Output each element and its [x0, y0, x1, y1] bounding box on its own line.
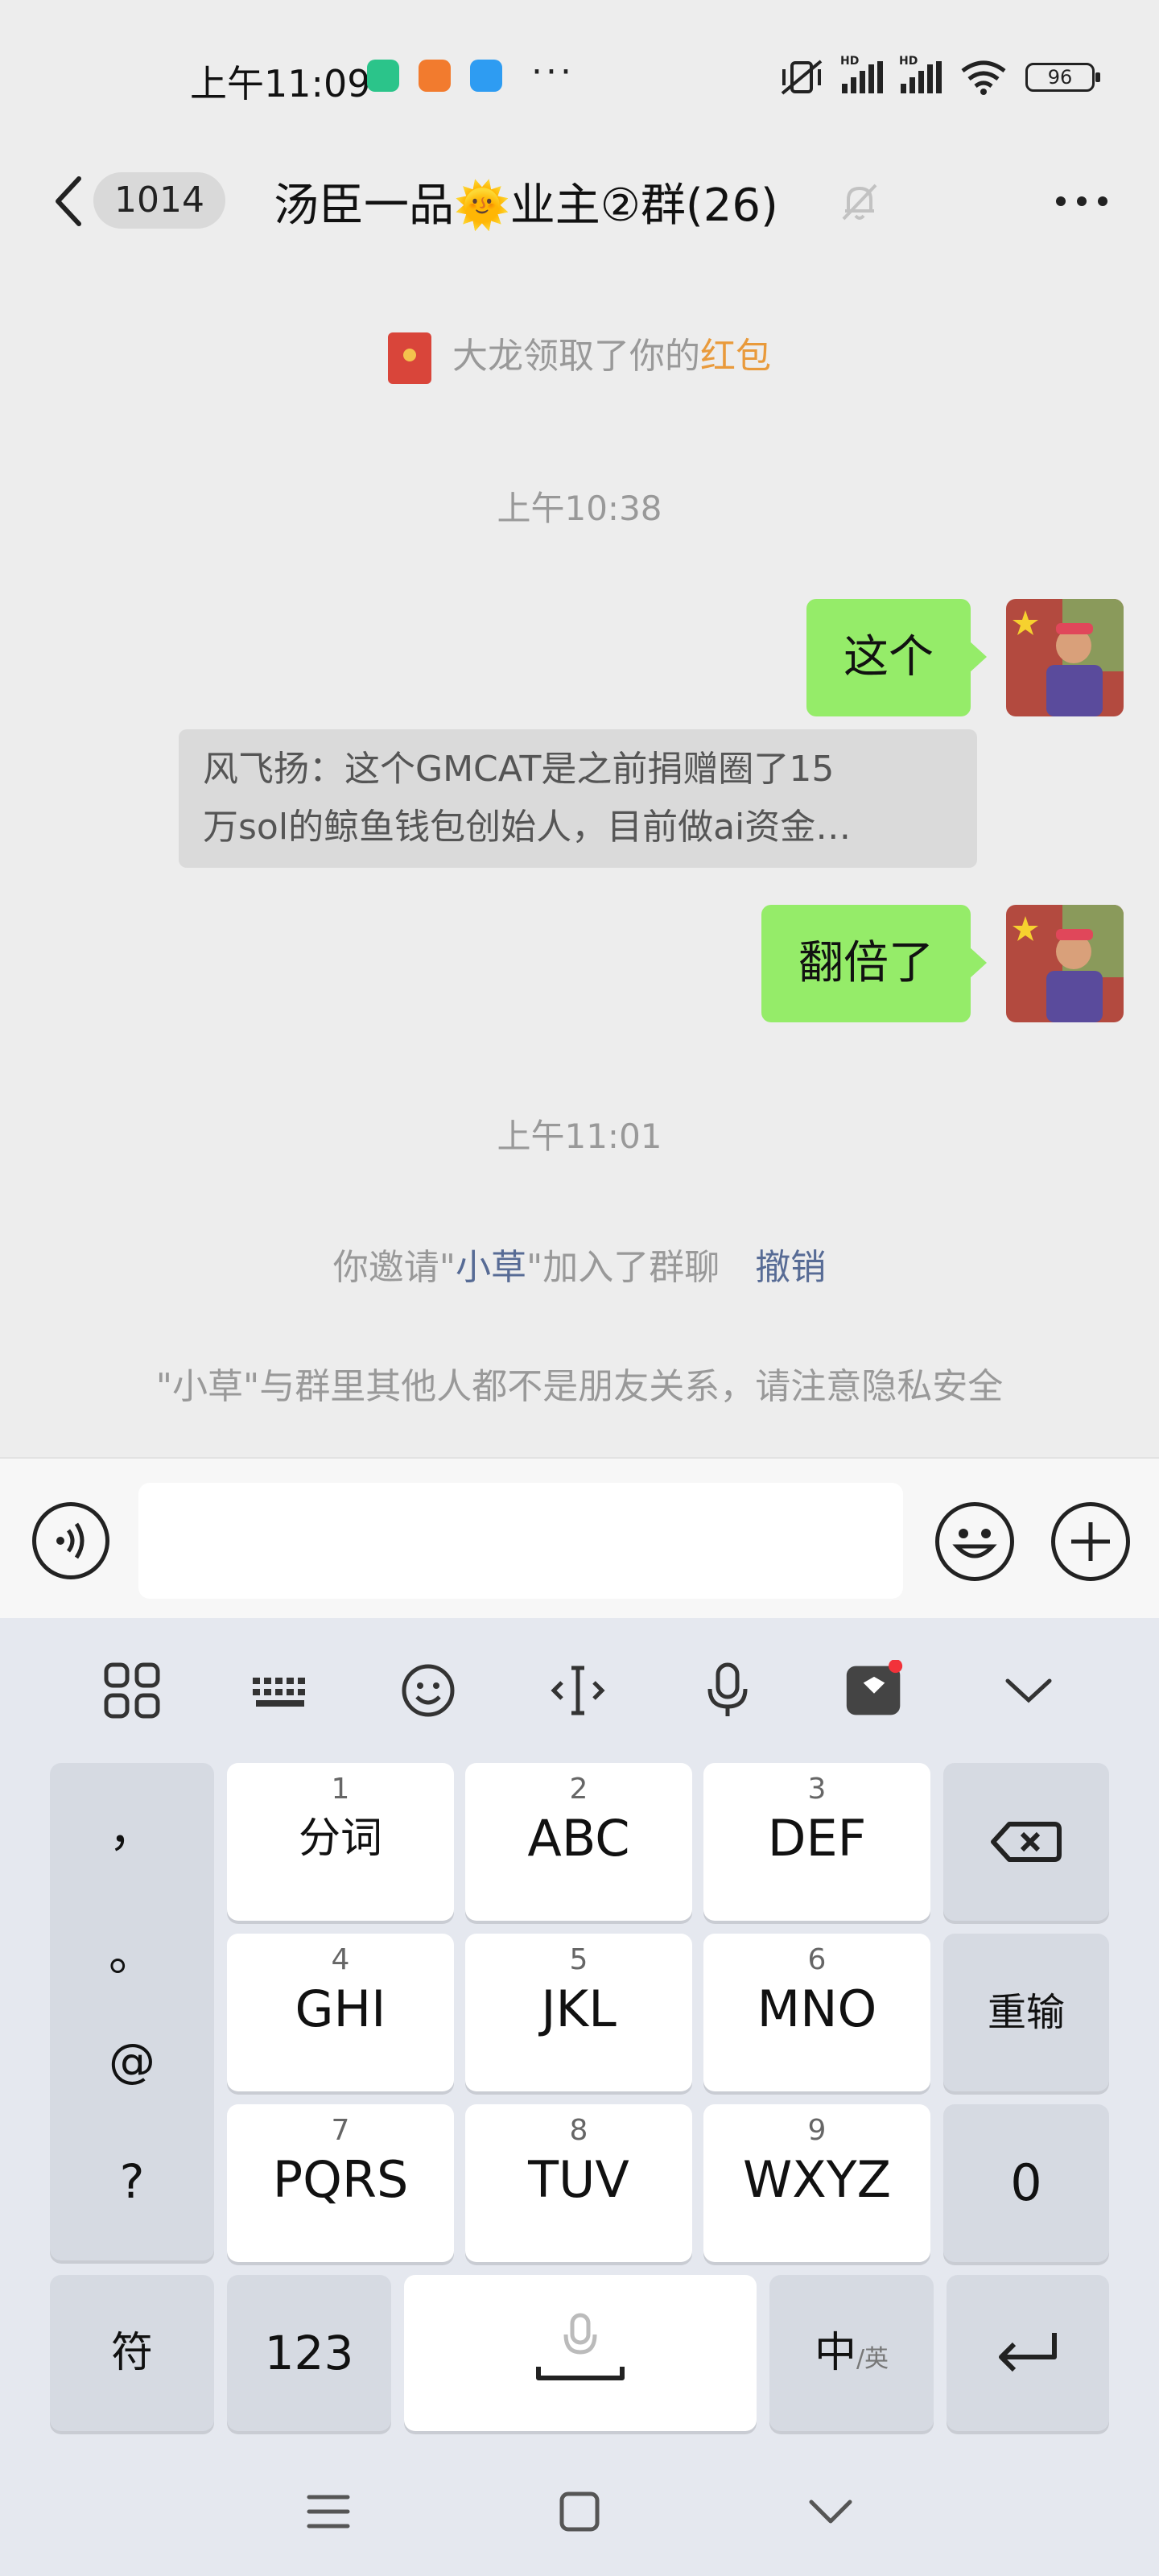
more-notifications-icon: ··· — [531, 52, 575, 93]
outgoing-message[interactable]: 这个 — [806, 599, 987, 716]
system-navigation-bar — [0, 2447, 1159, 2576]
chat-header: 1014 汤臣一品🌞业主②群(26) — [0, 145, 1159, 250]
numbers-key[interactable]: 123 — [227, 2275, 391, 2431]
invite-notice: 你邀请"小草"加入了群聊 撤销 — [332, 1247, 827, 1288]
cursor-move-icon[interactable] — [547, 1660, 608, 1721]
avatar[interactable] — [1006, 905, 1124, 1022]
voice-icon — [56, 1522, 85, 1559]
message-input[interactable] — [138, 1483, 903, 1599]
punct-period[interactable]: 。 — [50, 1916, 214, 1984]
key-1-fenci[interactable]: 1 分词 — [227, 1763, 454, 1921]
mute-bell-icon — [842, 184, 877, 221]
quoted-message[interactable]: 风飞扬：这个GMCAT是之前捐赠圈了15 万sol的鲸鱼钱包创始人，目前做ai资… — [179, 729, 977, 868]
voice-input-button[interactable] — [32, 1502, 109, 1579]
symbols-key[interactable]: 符 — [50, 2275, 214, 2431]
enter-key[interactable] — [947, 2275, 1109, 2431]
key-9-wxyz[interactable]: 9 WXYZ — [703, 2104, 930, 2262]
punct-at[interactable]: @ — [50, 2033, 214, 2088]
redpacket-notice: 大龙领取了你的红包 — [0, 327, 1159, 384]
privacy-notice: "小草"与群里其他人都不是朋友关系，请注意隐私安全 — [155, 1366, 1004, 1407]
key-8-tuv[interactable]: 8 TUV — [465, 2104, 692, 2262]
keyboard-toolbar — [0, 1618, 1159, 1763]
key-7-pqrs[interactable]: 7 PQRS — [227, 2104, 454, 2262]
apps-grid-icon[interactable] — [101, 1660, 163, 1721]
unread-count-badge[interactable]: 1014 — [93, 172, 225, 229]
battery-icon: 96 — [1025, 63, 1100, 92]
smiley-icon — [952, 1529, 997, 1558]
input-bar — [0, 1457, 1159, 1618]
punct-question[interactable]: ? — [50, 2154, 214, 2209]
backspace-key[interactable] — [943, 1763, 1109, 1921]
more-options-icon[interactable] — [1050, 169, 1114, 233]
back-icon[interactable] — [45, 169, 93, 233]
redpacket-text: 大龙领取了你的 — [452, 336, 700, 377]
app-notification-icon-green — [367, 60, 399, 92]
space-mic-icon — [536, 2313, 625, 2380]
outgoing-message[interactable]: 翻倍了 — [761, 905, 987, 1022]
status-icons: HD HD 96 — [779, 55, 1100, 97]
ai-assistant-icon[interactable] — [843, 1660, 905, 1721]
home-icon[interactable] — [554, 2486, 605, 2537]
punct-comma[interactable]: ， — [50, 1792, 214, 1860]
signal-icon-2: HD — [899, 55, 942, 93]
mute-vibrate-icon — [781, 60, 823, 95]
redpacket-link[interactable]: 红包 — [700, 336, 771, 377]
status-bar: 上午11:09 ··· HD HD 96 — [0, 0, 1159, 145]
reenter-key[interactable]: 重输 — [943, 1934, 1109, 2091]
language-switch-key[interactable]: 中/英 — [769, 2275, 934, 2431]
revoke-link[interactable]: 撤销 — [755, 1247, 826, 1288]
back-nav-icon[interactable] — [805, 2486, 856, 2537]
punctuation-column[interactable]: ， 。 @ ? — [50, 1763, 214, 2260]
key-0[interactable]: 0 — [943, 2104, 1109, 2262]
key-2-abc[interactable]: 2 ABC — [465, 1763, 692, 1921]
invitee-name-link[interactable]: 小草 — [456, 1247, 526, 1288]
wifi-icon — [961, 60, 1006, 95]
timestamp: 上午10:38 — [497, 489, 662, 528]
quote-line: 万sol的鲸鱼钱包创始人，目前做ai资金… — [203, 807, 852, 848]
redpacket-icon — [388, 332, 431, 384]
app-notification-icon-orange — [419, 60, 451, 92]
plus-icon — [1071, 1522, 1110, 1561]
microphone-icon[interactable] — [697, 1660, 758, 1721]
collapse-keyboard-icon[interactable] — [998, 1660, 1059, 1721]
space-key[interactable] — [404, 2275, 757, 2431]
backspace-icon — [991, 1822, 1062, 1862]
key-5-jkl[interactable]: 5 JKL — [465, 1934, 692, 2091]
chat-messages: 大龙领取了你的红包 上午10:38 这个 风飞扬：这个GMCAT是之前捐赠圈了1… — [0, 250, 1159, 1457]
app-notification-icon-blue — [470, 60, 502, 92]
enter-icon — [999, 2333, 1057, 2372]
emoji-icon[interactable] — [398, 1660, 459, 1721]
timestamp: 上午11:01 — [497, 1117, 662, 1156]
menu-icon[interactable] — [303, 2486, 354, 2537]
key-4-ghi[interactable]: 4 GHI — [227, 1934, 454, 2091]
avatar[interactable] — [1006, 599, 1124, 716]
keyboard-layout-icon[interactable] — [250, 1660, 311, 1721]
emoji-button[interactable] — [935, 1502, 1014, 1581]
status-time: 上午11:09 — [190, 62, 371, 105]
quote-line: 风飞扬：这个GMCAT是之前捐赠圈了15 — [203, 749, 835, 790]
key-6-mno[interactable]: 6 MNO — [703, 1934, 930, 2091]
key-3-def[interactable]: 3 DEF — [703, 1763, 930, 1921]
more-functions-button[interactable] — [1051, 1502, 1130, 1581]
signal-icon-1: HD — [840, 55, 883, 93]
chat-title: 汤臣一品🌞业主②群(26) — [274, 180, 778, 232]
